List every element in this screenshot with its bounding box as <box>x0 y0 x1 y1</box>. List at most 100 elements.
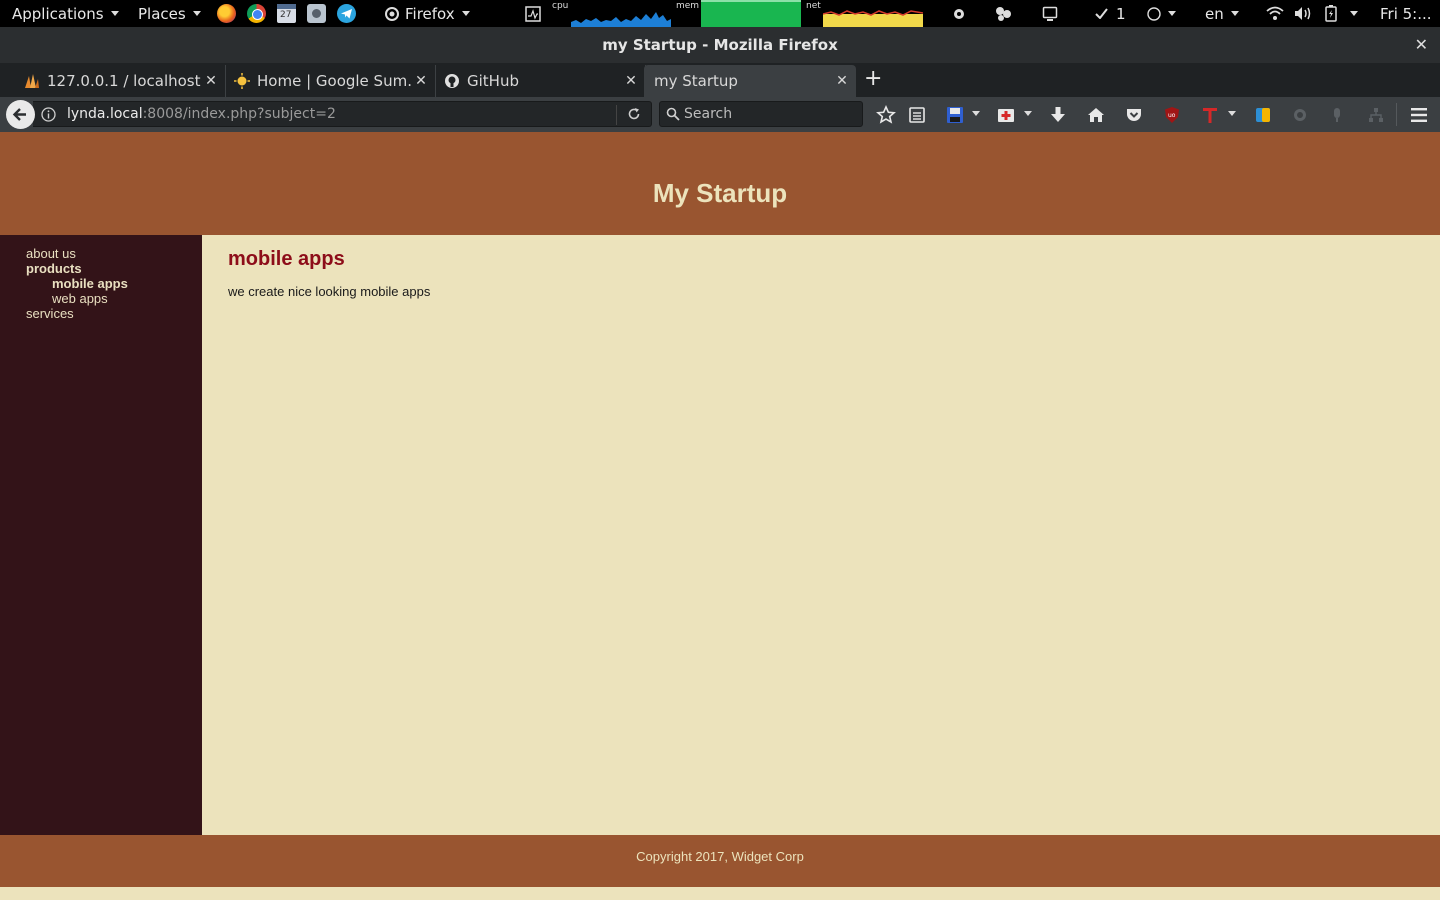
url-separator <box>616 105 617 125</box>
tab-label: GitHub <box>467 72 519 90</box>
page-viewport: My Startup about us products mobile apps… <box>0 132 1440 900</box>
back-button[interactable] <box>6 100 35 129</box>
display-icon[interactable] <box>1042 6 1058 22</box>
tab-phpmyadmin[interactable]: 127.0.0.1 / localhost /... ✕ <box>14 65 226 97</box>
clock-label: Fri 5:... <box>1380 4 1432 23</box>
sun-icon <box>234 73 250 89</box>
chevron-down-icon[interactable] <box>1024 111 1032 116</box>
search-icon <box>666 107 680 121</box>
task-indicator[interactable]: 1 <box>1095 0 1126 27</box>
save-disk-icon[interactable] <box>945 105 965 125</box>
tab-google-sites[interactable]: Home | Google Sum... ✕ <box>224 65 436 97</box>
chevron-down-icon <box>192 11 201 16</box>
telegram-launcher-icon[interactable] <box>337 4 356 23</box>
screenshot-launcher-icon[interactable] <box>307 4 326 23</box>
extension-colored-icon[interactable] <box>1253 105 1273 125</box>
nav-subject-about-us[interactable]: about us <box>26 246 76 261</box>
firefox-app-menu[interactable]: Firefox <box>385 0 470 27</box>
system-menu-chevron-icon[interactable] <box>1350 11 1358 16</box>
status-menu[interactable] <box>1147 0 1176 27</box>
chevron-down-icon <box>1168 11 1176 16</box>
nav-subject-services[interactable]: services <box>26 306 74 321</box>
wifi-icon[interactable] <box>1266 6 1284 21</box>
phpmyadmin-icon <box>24 73 40 89</box>
language-menu[interactable]: en <box>1205 0 1239 27</box>
system-top-bar: Applications Places 27 Firefox cpu mem n… <box>0 0 1440 27</box>
chevron-down-icon <box>1230 11 1239 16</box>
page-heading: mobile apps <box>228 248 345 270</box>
task-count: 1 <box>1116 4 1126 23</box>
battery-icon[interactable] <box>1325 5 1337 22</box>
chrome-launcher-icon[interactable] <box>247 4 266 23</box>
search-input[interactable] <box>684 105 854 123</box>
url-bar[interactable]: lynda.local:8008/index.php?subject=2 <box>33 101 652 127</box>
chevron-down-icon[interactable] <box>972 111 980 116</box>
window-title: my Startup - Mozilla Firefox <box>602 36 838 54</box>
mem-graph <box>701 0 801 27</box>
net-graph <box>823 0 923 27</box>
circle-icon <box>1147 6 1161 21</box>
tab-close-button[interactable]: ✕ <box>834 73 850 89</box>
url-text: lynda.local:8008/index.php?subject=2 <box>67 106 336 122</box>
clock[interactable]: Fri 5:... <box>1380 0 1432 27</box>
chevron-down-icon <box>461 11 470 16</box>
new-tab-button[interactable]: + <box>864 66 882 92</box>
tab-label: my Startup <box>654 72 738 90</box>
tab-github[interactable]: GitHub ✕ <box>434 65 646 97</box>
nav-subject-products[interactable]: products <box>26 261 82 276</box>
page-list: mobile apps web apps <box>52 276 128 306</box>
reader-list-icon[interactable] <box>907 105 927 125</box>
cpu-label: cpu <box>552 1 569 11</box>
firefox-icon <box>385 6 399 21</box>
tab-label: 127.0.0.1 / localhost /... <box>47 72 203 90</box>
search-bar[interactable] <box>659 101 863 127</box>
reload-icon[interactable] <box>627 107 641 121</box>
download-icon[interactable] <box>1048 105 1068 125</box>
grey-circle-extension-icon[interactable] <box>1290 105 1310 125</box>
info-icon[interactable] <box>41 107 56 122</box>
url-host: lynda.local <box>67 106 143 122</box>
site-header: My Startup <box>0 132 1440 235</box>
subject-list: about us products mobile apps web apps s… <box>26 246 128 321</box>
tab-close-button[interactable]: ✕ <box>413 73 429 89</box>
tab-strip: 127.0.0.1 / localhost /... ✕ Home | Goog… <box>0 63 1440 97</box>
applications-menu[interactable]: Applications <box>12 0 119 27</box>
language-label: en <box>1205 4 1224 23</box>
github-icon <box>444 73 460 89</box>
window-close-button[interactable]: ✕ <box>1415 35 1428 54</box>
puzzle-icon[interactable] <box>995 6 1013 22</box>
record-icon[interactable] <box>953 8 965 20</box>
nav-page-mobile-apps[interactable]: mobile apps <box>52 276 128 291</box>
url-path: :8008/index.php?subject=2 <box>142 106 336 122</box>
check-icon <box>1095 8 1108 19</box>
site-footer: Copyright 2017, Widget Corp <box>0 835 1440 887</box>
page-body-text: we create nice looking mobile apps <box>228 284 431 299</box>
app-menu-label: Firefox <box>405 4 455 23</box>
home-icon[interactable] <box>1086 105 1106 125</box>
tab-close-button[interactable]: ✕ <box>623 73 639 89</box>
system-monitor-icon[interactable] <box>525 6 541 22</box>
tab-my-startup[interactable]: my Startup ✕ <box>644 65 856 97</box>
calendar-launcher-icon[interactable]: 27 <box>277 4 296 23</box>
tab-label: Home | Google Sum... <box>257 72 413 90</box>
grey-network-icon[interactable] <box>1366 105 1386 125</box>
chevron-down-icon[interactable] <box>1228 111 1236 116</box>
grey-microphone-icon[interactable] <box>1327 105 1347 125</box>
places-menu[interactable]: Places <box>138 0 201 27</box>
tab-close-button[interactable]: ✕ <box>203 73 219 89</box>
hamburger-menu-icon[interactable] <box>1409 105 1429 125</box>
applications-label: Applications <box>12 4 104 23</box>
ublock-icon[interactable]: uo <box>1162 105 1182 125</box>
firefox-launcher-icon[interactable] <box>217 4 236 23</box>
cpu-graph <box>571 0 671 27</box>
nav-page-web-apps[interactable]: web apps <box>52 291 108 306</box>
net-label: net <box>806 1 821 11</box>
window-titlebar: my Startup - Mozilla Firefox ✕ <box>0 27 1440 63</box>
pocket-icon[interactable] <box>1124 105 1144 125</box>
first-aid-icon[interactable] <box>996 105 1016 125</box>
translate-t-icon[interactable] <box>1200 105 1220 125</box>
back-arrow-icon <box>12 108 26 121</box>
bookmark-star-icon[interactable] <box>876 105 896 125</box>
site-navigation: about us products mobile apps web apps s… <box>0 235 202 835</box>
volume-icon[interactable] <box>1294 6 1312 21</box>
